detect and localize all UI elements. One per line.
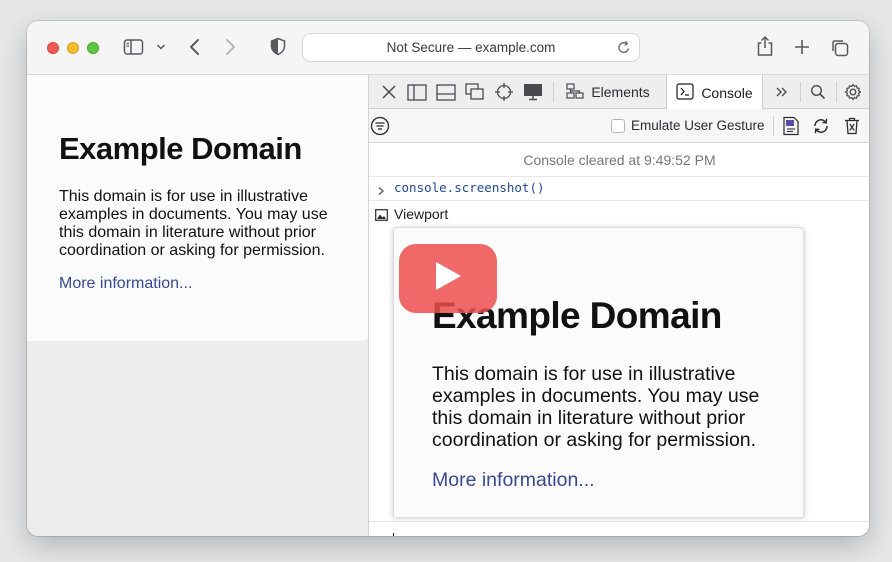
console-prompt[interactable] [369, 521, 869, 536]
tab-console-label: Console [701, 84, 753, 101]
console-command-text: console.screenshot() [394, 180, 545, 195]
screenshot-body-text: This domain is for use in illustrative e… [432, 363, 760, 451]
address-bar[interactable]: Not Secure — example.com [302, 33, 640, 62]
address-text: Not Secure — example.com [386, 40, 556, 55]
viewport-output-header: Viewport [369, 205, 869, 223]
viewport-screenshot-image[interactable]: Example Domain This domain is for use in… [393, 227, 804, 517]
filter-icon[interactable] [369, 109, 391, 143]
chevron-down-icon[interactable] [156, 43, 166, 51]
reload-icon[interactable] [617, 40, 631, 58]
console-toolbar-separator [773, 116, 774, 136]
viewport-label: Viewport [394, 206, 449, 222]
web-page-content: Example Domain This domain is for use in… [27, 75, 368, 341]
page-body-text: This domain is for use in illustrative e… [59, 188, 328, 259]
console-toolbar: Emulate User Gesture [369, 109, 869, 143]
close-window-button[interactable] [47, 42, 59, 54]
minimize-window-button[interactable] [67, 42, 79, 54]
tabbar-separator-3 [836, 82, 837, 102]
search-icon[interactable] [804, 75, 832, 109]
sidebar-toggle-icon[interactable] [123, 38, 145, 56]
reload-page-icon[interactable] [808, 109, 834, 143]
more-tabs-icon[interactable] [769, 75, 795, 109]
page-heading: Example Domain [59, 131, 302, 166]
share-icon[interactable] [756, 35, 774, 57]
clear-console-icon[interactable] [839, 109, 865, 143]
more-information-link[interactable]: More information... [59, 275, 192, 293]
inspector-tab-bar: Elements Console [369, 75, 869, 110]
tabbar-separator [553, 82, 554, 102]
dock-side-icon[interactable] [404, 75, 430, 109]
zoom-window-button[interactable] [87, 42, 99, 54]
play-video-button[interactable] [399, 244, 497, 313]
gear-icon[interactable] [839, 75, 867, 109]
elements-tab-icon [566, 82, 584, 102]
close-inspector-icon[interactable] [376, 75, 402, 109]
prompt-chevron-icon [377, 534, 386, 536]
forward-arrow-icon[interactable] [223, 37, 237, 57]
chevron-right-icon [377, 183, 385, 201]
detach-window-icon[interactable] [462, 75, 488, 109]
dock-bottom-icon[interactable] [433, 75, 459, 109]
emulate-user-gesture-checkbox[interactable] [611, 118, 625, 133]
browser-window: Not Secure — example.com Example Domain … [27, 21, 869, 536]
emulate-user-gesture-label: Emulate User Gesture [631, 118, 765, 133]
back-arrow-icon[interactable] [188, 37, 202, 57]
element-selector-icon[interactable] [491, 75, 517, 109]
tabbar-separator-2 [800, 82, 801, 102]
console-command-entry: console.screenshot() [369, 177, 869, 201]
play-icon [434, 261, 462, 296]
privacy-shield-icon[interactable] [270, 37, 286, 56]
tab-console[interactable]: Console [666, 75, 763, 110]
tab-elements[interactable]: Elements [555, 75, 661, 109]
console-tab-icon [676, 82, 694, 103]
text-caret [393, 533, 394, 536]
emulate-user-gesture-toggle[interactable]: Emulate User Gesture [611, 118, 765, 133]
tab-overview-icon[interactable] [830, 38, 850, 58]
tab-elements-label: Elements [591, 84, 650, 100]
new-tab-plus-icon[interactable] [793, 38, 811, 56]
browser-toolbar: Not Secure — example.com [27, 21, 869, 75]
screenshot-more-information-link: More information... [432, 469, 595, 491]
web-inspector-panel: Elements Console Emulate User Gesture Co… [368, 75, 869, 536]
device-settings-icon[interactable] [520, 75, 546, 109]
console-cleared-message: Console cleared at 9:49:52 PM [369, 143, 869, 177]
image-icon [375, 208, 388, 226]
javascript-source-icon[interactable] [778, 109, 804, 143]
